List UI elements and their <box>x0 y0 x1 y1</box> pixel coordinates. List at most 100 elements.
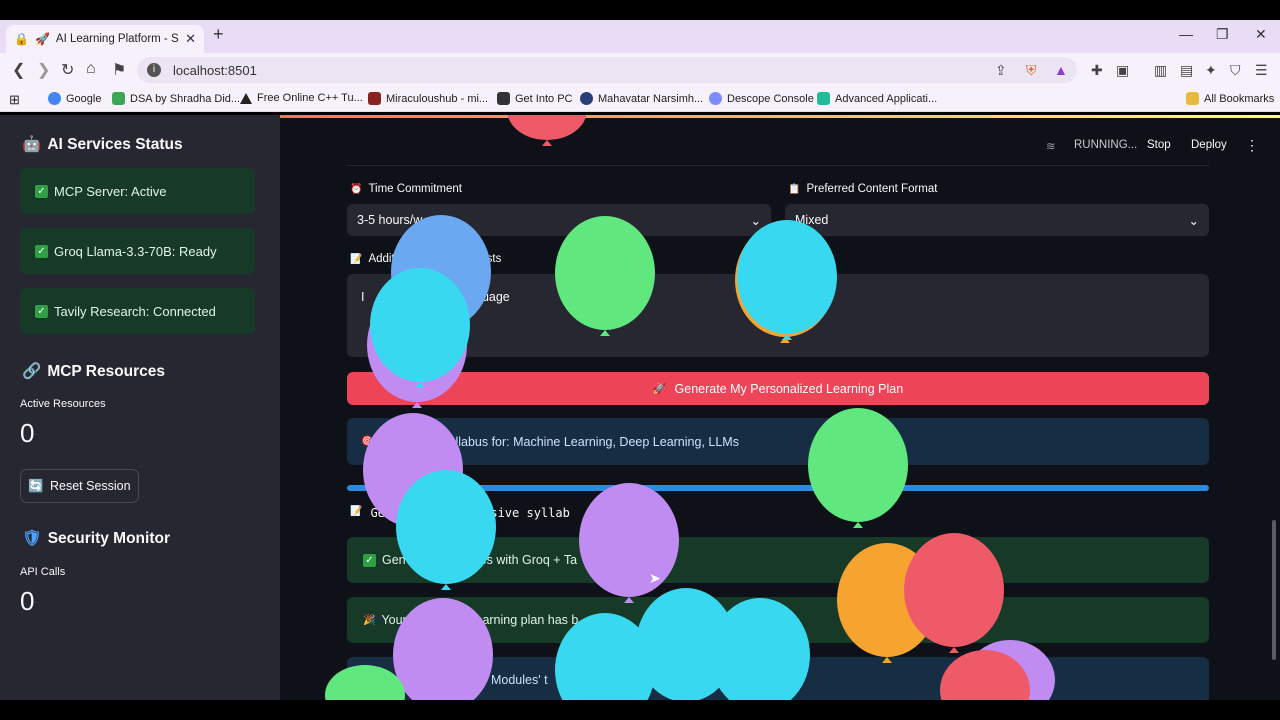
bookmark-icon[interactable]: ⚑ <box>112 60 126 80</box>
chevron-icon <box>817 92 830 105</box>
bookmark-miraculoushub[interactable]: Miraculoushub - mi... <box>368 92 488 105</box>
security-heading: 🛡 Security Monitor <box>22 529 170 548</box>
sidebar-icon[interactable]: ▥ <box>1154 62 1167 79</box>
apps-grid-icon[interactable]: ⊞ <box>9 92 20 108</box>
running-icon: ≋ <box>1046 141 1056 153</box>
leo-ai-icon[interactable]: ✦ <box>1205 62 1217 79</box>
chevron-down-icon: ⌄ <box>750 213 761 228</box>
balloon-knot <box>853 522 863 528</box>
generate-plan-button[interactable]: 🚀 Generate My Personalized Learning Plan <box>347 372 1209 405</box>
running-status: RUNNING... <box>1074 139 1138 151</box>
status-code-line: 📝 Ge ensive syllab <box>350 506 570 520</box>
clipboard-icon: 📋 <box>788 183 801 195</box>
progress-bar <box>347 485 1209 491</box>
forward-icon[interactable]: ❯ <box>37 60 50 80</box>
services-heading: 🤖 AI Services Status <box>22 135 183 154</box>
getintopc-icon <box>497 92 510 105</box>
check-icon: ✓ <box>363 553 376 567</box>
success-box-generated: ✓ Gen es with Groq + Ta <box>347 537 1209 583</box>
browser-tabbar: 🔒 🚀 AI Learning Platform - Secur ✕ + — ❐… <box>0 20 1280 53</box>
chevron-down-icon: ⌄ <box>1188 213 1199 228</box>
mahavatar-icon <box>580 92 593 105</box>
bookmark-dsa[interactable]: DSA by Shradha Did... <box>112 92 240 105</box>
rocket-favicon-icon: 🚀 <box>34 32 50 46</box>
home-icon[interactable]: ⌂ <box>86 60 96 78</box>
active-resources-value: 0 <box>20 418 35 448</box>
brave-shield-icon[interactable]: ⛨ <box>1026 62 1037 79</box>
progress-fill <box>347 485 1209 491</box>
bookmark-advanced[interactable]: Advanced Applicati... <box>817 92 937 105</box>
syllabus-info-box: 🎯 llabus for: Machine Learning, Deep Lea… <box>347 418 1209 465</box>
api-calls-label: API Calls <box>20 566 66 578</box>
reader-icon[interactable]: ▣ <box>1116 62 1129 79</box>
bookmark-getintopc[interactable]: Get Into PC <box>497 92 572 105</box>
divider <box>347 165 1209 166</box>
balloon-knot <box>441 584 451 590</box>
balloon-knot <box>408 527 418 533</box>
bottom-black-bar <box>0 700 1280 720</box>
screen: 🔒 🚀 AI Learning Platform - Secur ✕ + — ❐… <box>0 0 1280 720</box>
browser-menu-icon[interactable]: ☰ <box>1255 62 1268 79</box>
active-resources-label: Active Resources <box>20 398 106 410</box>
top-black-bar <box>0 0 1280 20</box>
wallet-icon[interactable]: ▤ <box>1180 62 1193 79</box>
check-icon: ✓ <box>35 304 48 318</box>
bookmarks-bar: ⊞ Google DSA by Shradha Did... Free Onli… <box>0 87 1280 112</box>
balloon-knot <box>949 647 959 653</box>
extensions-icon[interactable]: ✚ <box>1091 62 1103 79</box>
reload-icon[interactable]: ↻ <box>61 60 74 80</box>
tab-title: AI Learning Platform - Secur <box>55 33 179 45</box>
party-popper-icon: 🎉 <box>363 614 376 626</box>
memo-icon: 📝 <box>350 506 363 517</box>
bookmark-mahavatar[interactable]: Mahavatar Narsimh... <box>580 92 703 105</box>
folder-icon <box>1186 92 1199 105</box>
address-bar[interactable]: i localhost:8501 <box>137 57 1077 83</box>
refresh-icon: 🔄 <box>28 478 44 493</box>
balloon-body <box>507 115 587 140</box>
stop-button[interactable]: Stop <box>1147 139 1171 151</box>
deploy-button[interactable]: Deploy <box>1191 139 1227 151</box>
content-format-select[interactable]: Mixed ⌄ <box>785 204 1209 236</box>
window-close-icon[interactable]: ✕ <box>1255 26 1267 43</box>
link-icon: 🔗 <box>22 363 42 380</box>
shield-icon: 🛡 <box>22 530 42 547</box>
streamlit-app: 🤖 AI Services Status ✓ MCP Server: Active… <box>0 115 1280 700</box>
target-icon: 🎯 <box>361 436 374 447</box>
status-mcp-server: ✓ MCP Server: Active <box>20 168 255 214</box>
all-bookmarks[interactable]: All Bookmarks <box>1186 92 1274 105</box>
resources-heading: 🔗 MCP Resources <box>22 362 166 381</box>
restore-icon[interactable]: ❐ <box>1216 26 1229 43</box>
bookmark-google[interactable]: Google <box>48 92 101 105</box>
api-calls-value: 0 <box>20 586 35 616</box>
url-text: localhost:8501 <box>173 62 257 78</box>
bookmark-descope[interactable]: Descope Console <box>709 92 814 105</box>
sidebar: 🤖 AI Services Status ✓ MCP Server: Active… <box>0 115 280 700</box>
minimize-icon[interactable]: — <box>1179 26 1193 42</box>
bookmark-cpp[interactable]: Free Online C++ Tu... <box>240 92 363 104</box>
descope-icon <box>709 92 722 105</box>
page-scrollbar[interactable] <box>1272 520 1276 660</box>
specific-requests-textarea[interactable]: I guage <box>347 274 1209 357</box>
time-commitment-select[interactable]: 3-5 hours/w ⌄ <box>347 204 771 236</box>
specific-requests-label: 📝 Additi ic Requests <box>350 253 502 265</box>
info-box-modules: Ch Modules' t <box>347 657 1209 700</box>
content-format-label: 📋 Preferred Content Format <box>788 183 938 195</box>
triangle-icon <box>240 92 252 104</box>
browser-tab[interactable]: 🔒 🚀 AI Learning Platform - Secur ✕ <box>6 25 204 53</box>
brave-rewards-icon[interactable]: ▲ <box>1054 62 1068 78</box>
back-icon[interactable]: ❮ <box>12 60 25 80</box>
success-box-plan: 🎉 Your learning plan has b ne <box>347 597 1209 643</box>
site-info-icon[interactable]: i <box>147 63 161 77</box>
vpn-icon[interactable]: ⛉ <box>1230 62 1241 79</box>
balloon-0 <box>507 115 587 146</box>
browser-toolbar: ❮ ❯ ↻ ⌂ ⚑ i localhost:8501 ⇪ ⛨ ▲ ✚ ▣ ▥ ▤… <box>0 53 1280 87</box>
memo-icon: 📝 <box>350 253 363 265</box>
new-tab-icon[interactable]: + <box>213 24 224 45</box>
check-icon: ✓ <box>35 184 48 198</box>
reset-session-button[interactable]: 🔄 Reset Session <box>20 469 139 503</box>
mouse-cursor-icon: ➤ <box>649 570 661 586</box>
share-icon[interactable]: ⇪ <box>995 62 1007 79</box>
time-commitment-label: ⏰ Time Commitment <box>350 183 462 195</box>
tab-close-icon[interactable]: ✕ <box>185 31 196 47</box>
app-menu-icon[interactable]: ⋮ <box>1245 137 1259 154</box>
